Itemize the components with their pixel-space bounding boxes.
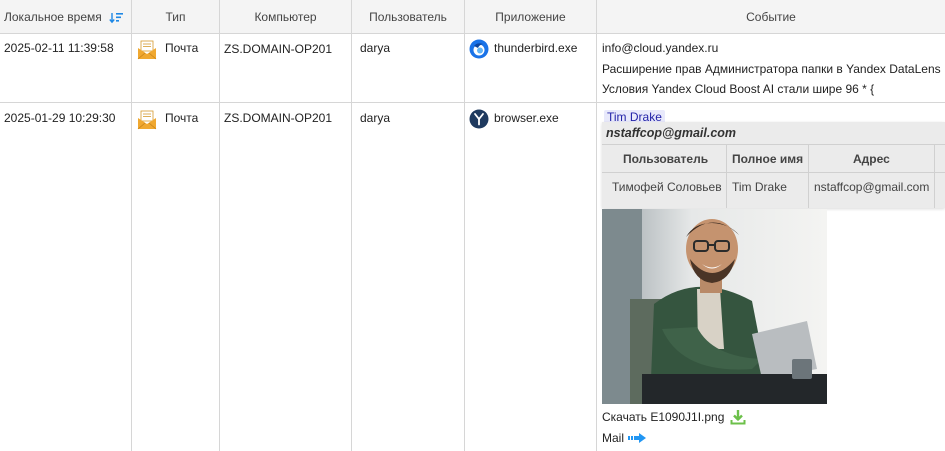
thunderbird-icon <box>469 39 489 59</box>
column-divider <box>351 34 352 451</box>
row-user: darya <box>360 41 391 55</box>
column-header-user[interactable]: Пользователь <box>352 0 465 34</box>
sort-descending-icon[interactable] <box>109 12 124 24</box>
contact-popup: nstaffcop@gmail.com Пользователь Полное … <box>602 122 945 208</box>
event-line: Расширение прав Администратора папки в Y… <box>602 62 941 76</box>
popup-header-address: Адрес <box>853 152 890 166</box>
popup-cell-user: Тимофей Соловьев <box>612 180 722 194</box>
mail-envelope-icon <box>137 40 157 60</box>
row-user: darya <box>360 111 391 125</box>
mail-envelope-icon <box>137 110 157 130</box>
mail-link[interactable]: Mail <box>602 431 624 445</box>
popup-cell-fullname: Tim Drake <box>732 180 787 194</box>
table-divider <box>808 144 809 208</box>
download-attachment-link[interactable]: Скачать E1090J1I.png <box>602 410 724 424</box>
column-divider <box>464 34 465 451</box>
column-header-event[interactable]: Событие <box>597 0 945 34</box>
row-type: Почта <box>165 111 199 125</box>
grid-header: Локальное время Тип Компьютер Пользовате… <box>0 0 945 34</box>
event-line: Условия Yandex Cloud Boost AI стали шире… <box>602 82 875 96</box>
column-header-local-time[interactable]: Локальное время <box>0 0 132 34</box>
events-grid: Локальное время Тип Компьютер Пользовате… <box>0 0 945 451</box>
table-divider <box>934 144 935 208</box>
row-app: thunderbird.exe <box>494 41 578 55</box>
column-label-local-time: Локальное время <box>4 10 102 24</box>
row-time: 2025-02-11 11:39:58 <box>4 41 114 55</box>
event-line: info@cloud.yandex.ru <box>602 41 719 55</box>
row-app: browser.exe <box>494 111 559 125</box>
popup-cell-address: nstaffcop@gmail.com <box>814 180 930 194</box>
attachment-image[interactable] <box>602 209 827 404</box>
contact-table: Пользователь Полное имя Адрес Тимофей Со… <box>602 144 945 208</box>
table-divider <box>726 144 727 208</box>
popup-header-fullname: Полное имя <box>732 152 804 166</box>
table-divider <box>602 144 945 145</box>
download-icon[interactable] <box>730 409 746 425</box>
column-header-computer[interactable]: Компьютер <box>220 0 352 34</box>
arrow-right-icon[interactable] <box>628 433 646 443</box>
column-divider <box>131 34 132 451</box>
column-divider <box>219 34 220 451</box>
yandex-browser-icon <box>469 109 489 129</box>
row-divider <box>0 102 945 103</box>
row-computer: ZS.DOMAIN-OP201 <box>224 111 333 125</box>
table-divider <box>602 172 945 173</box>
column-header-type[interactable]: Тип <box>132 0 220 34</box>
row-time: 2025-01-29 10:29:30 <box>4 111 116 125</box>
column-divider <box>596 34 597 451</box>
popup-title: nstaffcop@gmail.com <box>606 126 737 140</box>
column-header-app[interactable]: Приложение <box>465 0 597 34</box>
row-type: Почта <box>165 41 199 55</box>
row-computer: ZS.DOMAIN-OP201 <box>224 42 333 56</box>
popup-header-user: Пользователь <box>623 152 709 166</box>
